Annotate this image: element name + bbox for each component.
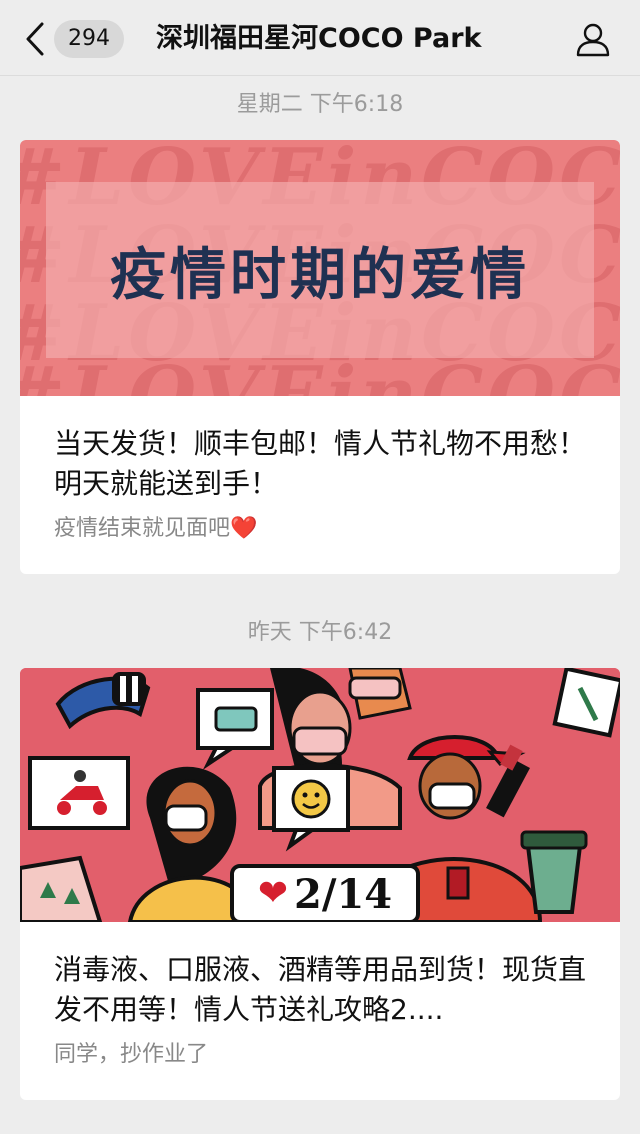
- person-icon: [576, 23, 610, 57]
- heart-emoji-icon: ❤️: [230, 516, 258, 541]
- page-title: 深圳福田星河COCO Park: [156, 23, 482, 54]
- scooter-bubble-icon: [28, 756, 130, 830]
- gift-icon: [552, 668, 620, 738]
- article-headline[interactable]: 当天发货！顺丰包邮！情人节礼物不用愁！明天就能送到手！: [54, 424, 586, 504]
- article-body: 消毒液、口服液、酒精等用品到货！现货直发不用等！情人节送礼攻略2.... 同学，…: [20, 922, 620, 1100]
- article-headline[interactable]: 消毒液、口服液、酒精等用品到货！现货直发不用等！情人节送礼攻略2....: [54, 950, 586, 1030]
- article-card[interactable]: ❤ 2/14 消毒液、口服液、酒精等用品到货！现货直发不用等！情人节送礼攻略2.…: [20, 668, 620, 1100]
- valentine-date-tag: ❤ 2/14: [230, 864, 420, 922]
- article-banner: ❤ 2/14: [20, 668, 620, 922]
- chevron-left-icon: [26, 22, 44, 56]
- article-summary-text: 疫情结束就见面吧: [54, 516, 231, 541]
- back-button[interactable]: [24, 20, 54, 58]
- message-timestamp: 星期二 下午6:18: [236, 92, 404, 117]
- heart-icon: ❤: [257, 873, 289, 914]
- message-timestamp: 昨天 下午6:42: [247, 620, 393, 645]
- profile-button[interactable]: [574, 20, 612, 58]
- article-banner: #LOVEinCOCO #LOVEinCOCO #LOVEinCOCO #LOV…: [20, 140, 620, 396]
- banner-date: 2/14: [294, 870, 393, 918]
- unread-count-badge[interactable]: 294: [54, 20, 124, 58]
- banner-title: 疫情时期的爱情: [110, 242, 530, 308]
- article-summary: 同学，抄作业了: [54, 1042, 209, 1067]
- article-card[interactable]: #LOVEinCOCO #LOVEinCOCO #LOVEinCOCO #LOV…: [20, 140, 620, 574]
- banner-title-box: 疫情时期的爱情: [46, 182, 594, 358]
- article-body: 当天发货！顺丰包邮！情人节礼物不用愁！明天就能送到手！ 疫情结束就见面吧❤️: [20, 396, 620, 574]
- nav-bar: 294 深圳福田星河COCO Park: [0, 0, 640, 76]
- article-summary: 疫情结束就见面吧❤️: [54, 514, 586, 544]
